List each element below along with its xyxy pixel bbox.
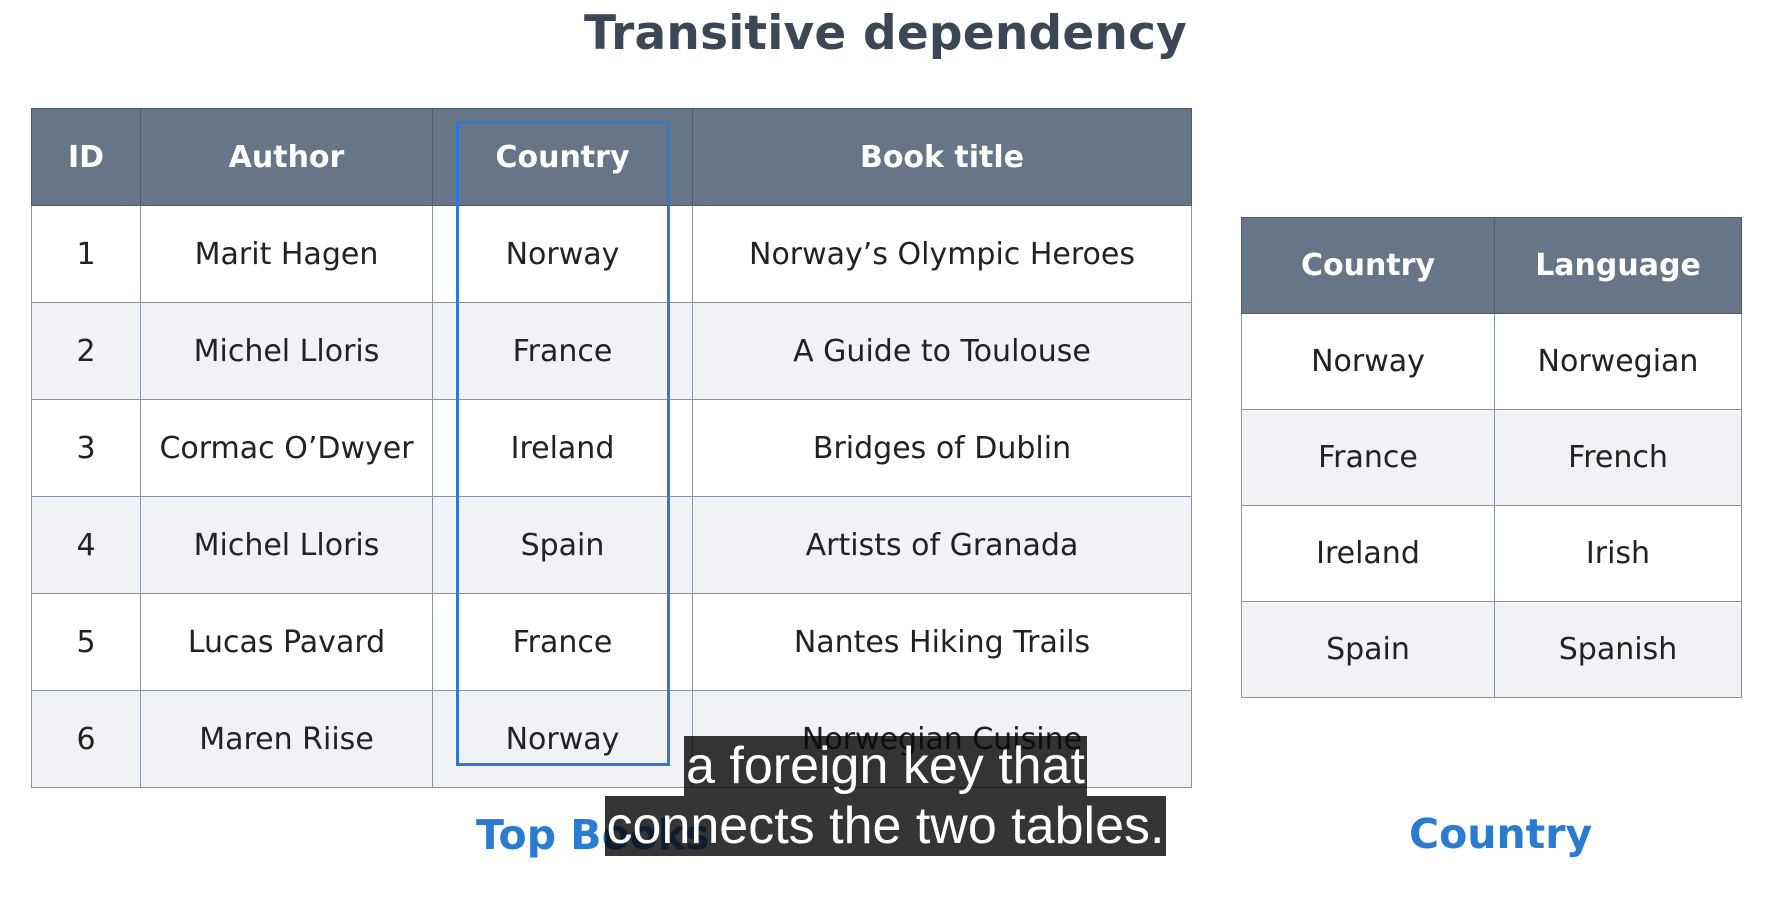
cell-id: 3 xyxy=(31,399,141,497)
subtitle-line-2: connects the two tables. xyxy=(604,796,1167,856)
cell-id: 2 xyxy=(31,302,141,400)
subtitle-overlay: a foreign key that connects the two tabl… xyxy=(0,736,1771,856)
cell-author: Cormac O’Dwyer xyxy=(140,399,433,497)
cell-author: Lucas Pavard xyxy=(140,593,433,691)
cell-book-title: Artists of Granada xyxy=(692,496,1192,594)
table-row: Norway Norwegian xyxy=(1241,313,1742,410)
slide-title: Transitive dependency xyxy=(584,6,1187,61)
table-row: Ireland Irish xyxy=(1241,505,1742,602)
cell-book-title: Norway’s Olympic Heroes xyxy=(692,205,1192,303)
cell-language: Irish xyxy=(1494,505,1742,602)
cell-country: France xyxy=(1241,409,1495,506)
cell-language: Spanish xyxy=(1494,601,1742,698)
cell-author: Marit Hagen xyxy=(140,205,433,303)
cell-id: 1 xyxy=(31,205,141,303)
cell-country: Ireland xyxy=(1241,505,1495,602)
cell-book-title: A Guide to Toulouse xyxy=(692,302,1192,400)
table-row: Spain Spanish xyxy=(1241,601,1742,698)
table-header-row: Country Language xyxy=(1241,217,1742,314)
cell-language: French xyxy=(1494,409,1742,506)
cell-book-title: Nantes Hiking Trails xyxy=(692,593,1192,691)
cell-book-title: Bridges of Dublin xyxy=(692,399,1192,497)
cell-id: 5 xyxy=(31,593,141,691)
country-table: Country Language Norway Norwegian France… xyxy=(1241,217,1742,698)
cell-author: Michel Lloris xyxy=(140,496,433,594)
subtitle-line-1: a foreign key that xyxy=(684,736,1087,796)
cell-country: Norway xyxy=(1241,313,1495,410)
cell-id: 4 xyxy=(31,496,141,594)
column-header-id: ID xyxy=(31,108,141,206)
cell-country: Spain xyxy=(1241,601,1495,698)
column-header-author: Author xyxy=(140,108,433,206)
cell-author: Michel Lloris xyxy=(140,302,433,400)
column-header-language: Language xyxy=(1494,217,1742,314)
column-header-book-title: Book title xyxy=(692,108,1192,206)
foreign-key-highlight xyxy=(456,121,670,766)
table-row: France French xyxy=(1241,409,1742,506)
cell-language: Norwegian xyxy=(1494,313,1742,410)
column-header-country: Country xyxy=(1241,217,1495,314)
